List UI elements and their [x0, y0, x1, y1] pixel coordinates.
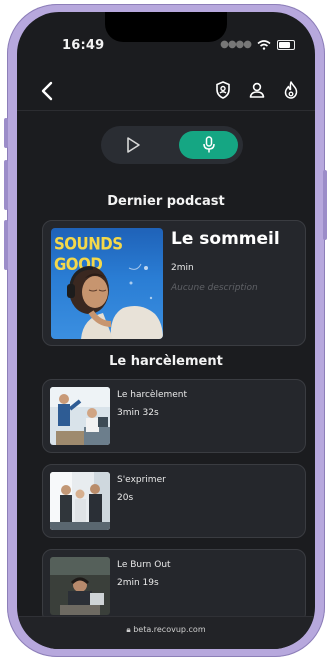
signal-icon: ●●●●: [220, 39, 252, 50]
top-nav-bar: [17, 72, 315, 111]
episode-thumbnail: [50, 472, 110, 530]
url-label: beta.recovup.com: [133, 625, 206, 634]
phone-side-button: [323, 170, 327, 240]
status-time: 16:49: [62, 38, 105, 53]
play-icon[interactable]: [123, 135, 143, 155]
episode-card[interactable]: Le harcèlement 3min 32s: [42, 379, 306, 453]
meeting-scene-image: [50, 472, 110, 530]
battery-icon: [277, 39, 295, 50]
featured-podcast-title: Le sommeil: [171, 229, 280, 249]
url-text: 🔒︎ beta.recovup.com: [17, 625, 315, 635]
status-icons: ●●●●: [220, 39, 295, 50]
phone-side-button: [4, 160, 8, 210]
app-screen: 16:49 ●●●● Dernier podcast SOUNDS GOOD L…: [17, 12, 315, 649]
burnout-scene-image: [50, 557, 110, 615]
media-type-toggle: [101, 126, 243, 164]
phone-side-button: [4, 118, 8, 148]
episode-card[interactable]: Le Burn Out 2min 19s: [42, 549, 306, 623]
section-title-latest: Dernier podcast: [107, 194, 225, 209]
office-scene-image: [50, 387, 110, 445]
back-arrow-icon[interactable]: [37, 80, 59, 102]
featured-podcast-card[interactable]: SOUNDS GOOD Le sommeil 2min Aucune descr…: [42, 220, 306, 346]
section-title-category: Le harcèlement: [109, 354, 223, 369]
episode-card[interactable]: S'exprimer 20s: [42, 464, 306, 538]
episode-duration: 2min 19s: [117, 578, 159, 588]
wifi-icon: [257, 39, 271, 50]
shield-icon[interactable]: [213, 80, 233, 100]
browser-address-bar[interactable]: 🔒︎ beta.recovup.com: [17, 616, 315, 649]
user-icon[interactable]: [247, 80, 267, 100]
microphone-icon: [203, 136, 215, 153]
phone-side-button: [4, 220, 8, 270]
episode-thumbnail: [50, 387, 110, 445]
notch: [105, 12, 227, 42]
episode-thumbnail: [50, 557, 110, 615]
cover-illustration: [67, 263, 163, 339]
episode-duration: 3min 32s: [117, 408, 159, 418]
episode-title: Le Burn Out: [117, 560, 171, 570]
episode-duration: 20s: [117, 493, 134, 503]
flame-icon[interactable]: [281, 80, 301, 100]
featured-podcast-description: Aucune description: [171, 283, 258, 293]
episode-title: Le harcèlement: [117, 390, 188, 400]
episode-title: S'exprimer: [117, 475, 166, 485]
featured-podcast-duration: 2min: [171, 263, 194, 273]
podcast-cover-image: SOUNDS GOOD: [51, 228, 163, 339]
lock-icon: 🔒︎: [126, 625, 131, 634]
podcast-toggle-button[interactable]: [179, 131, 238, 159]
